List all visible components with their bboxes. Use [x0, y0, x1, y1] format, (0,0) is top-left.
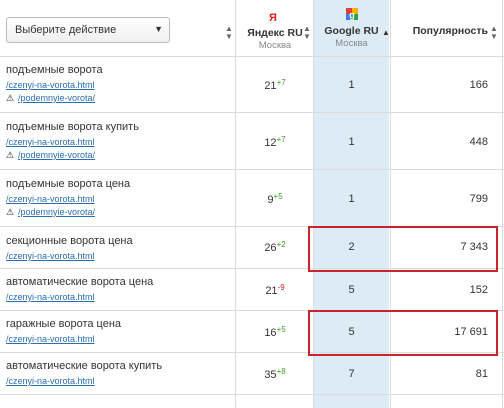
yandex-position-value: 35	[264, 369, 277, 381]
google-position: 5	[348, 284, 355, 296]
yandex-delta: +2	[276, 240, 286, 249]
yandex-position: 26+2	[236, 240, 314, 254]
google-position: 1	[348, 79, 355, 91]
warning-icon: ⚠	[6, 150, 15, 160]
warning-url[interactable]: ⚠/podemnyie-vorota/	[6, 207, 95, 218]
yandex-position: 16+5	[236, 325, 314, 339]
popularity-value: 799	[469, 193, 488, 205]
keyword-url-link[interactable]: /czenyi-na-vorota.html	[6, 251, 95, 261]
keyword-url-link[interactable]: /czenyi-na-vorota.html	[6, 376, 95, 386]
keyword-url-link[interactable]: /czenyi-na-vorota.html	[6, 334, 95, 344]
popularity-value: 152	[469, 284, 488, 296]
google-region: Москва	[335, 38, 368, 49]
keyword: подъемные ворота цена	[6, 178, 131, 190]
warning-url[interactable]: ⚠/podemnyie-vorota/	[6, 93, 95, 104]
warning-url[interactable]: ⚠/podemnyie-vorota/	[6, 150, 95, 161]
yandex-delta: +8	[276, 367, 286, 376]
google-column-title: Google RU	[324, 25, 379, 37]
yandex-position-value: 26	[264, 242, 277, 254]
sort-icon[interactable]: ▲ ▼	[225, 25, 233, 41]
keyword: подъемные ворота купить	[6, 121, 139, 133]
google-position: 7	[348, 368, 355, 380]
divider	[0, 169, 504, 170]
keyword: секционные ворота цена	[6, 235, 133, 247]
google-logo-icon: g	[346, 8, 358, 20]
keyword-url-link[interactable]: /czenyi-na-vorota.html	[6, 292, 95, 302]
svg-text:Я: Я	[269, 12, 277, 23]
google-position: 1	[348, 136, 355, 148]
divider	[0, 394, 504, 395]
popularity-column-title: Популярность	[412, 25, 488, 37]
keyword: подъемные ворота	[6, 64, 103, 76]
warning-icon: ⚠	[6, 93, 15, 103]
sort-up-icon[interactable]: ▲	[382, 29, 390, 37]
yandex-delta: +5	[276, 325, 286, 334]
divider	[0, 56, 504, 57]
yandex-position: 21-9	[236, 283, 314, 297]
sort-icon[interactable]: ▲ ▼	[303, 25, 311, 41]
popularity-value: 166	[469, 79, 488, 91]
keyword: гаражные ворота цена	[6, 318, 122, 330]
chevron-down-icon: ▼	[154, 24, 163, 34]
yandex-position-value: 21	[265, 285, 278, 297]
warning-icon: ⚠	[6, 207, 15, 217]
yandex-position-value: 12	[264, 137, 277, 149]
action-select-value: Выберите действие	[15, 24, 117, 36]
warning-url-link[interactable]: /podemnyie-vorota/	[18, 93, 95, 103]
popularity-value: 81	[475, 368, 488, 380]
yandex-position: 9+5	[236, 192, 314, 206]
yandex-delta: -9	[277, 283, 285, 292]
divider	[0, 112, 504, 113]
keyword-url-link[interactable]: /czenyi-na-vorota.html	[6, 80, 95, 90]
yandex-logo-icon: Я	[268, 11, 278, 23]
svg-text:g: g	[349, 10, 355, 20]
yandex-position: 12+7	[236, 135, 314, 149]
yandex-delta: +7	[276, 135, 286, 144]
yandex-delta: +7	[276, 78, 286, 87]
sort-icon[interactable]: ▲ ▼	[490, 25, 498, 41]
keyword-url-link[interactable]: /czenyi-na-vorota.html	[6, 194, 95, 204]
yandex-position-value: 16	[264, 327, 277, 339]
yandex-position-value: 21	[264, 80, 277, 92]
yandex-position: 21+7	[236, 78, 314, 92]
yandex-delta: +5	[273, 192, 283, 201]
warning-url-link[interactable]: /podemnyie-vorota/	[18, 150, 95, 160]
google-position: 1	[348, 193, 355, 205]
warning-url-link[interactable]: /podemnyie-vorota/	[18, 207, 95, 217]
action-select[interactable]: Выберите действие ▼	[6, 17, 170, 43]
yandex-position: 35+8	[236, 367, 314, 381]
keyword-url-link[interactable]: /czenyi-na-vorota.html	[6, 137, 95, 147]
highlight-box	[308, 310, 498, 356]
highlight-box	[308, 226, 498, 272]
yandex-region: Москва	[258, 40, 292, 51]
keyword: автоматические ворота цена	[6, 276, 154, 288]
keyword: автоматические ворота купить	[6, 360, 163, 372]
divider	[502, 0, 503, 408]
popularity-value: 448	[469, 136, 488, 148]
